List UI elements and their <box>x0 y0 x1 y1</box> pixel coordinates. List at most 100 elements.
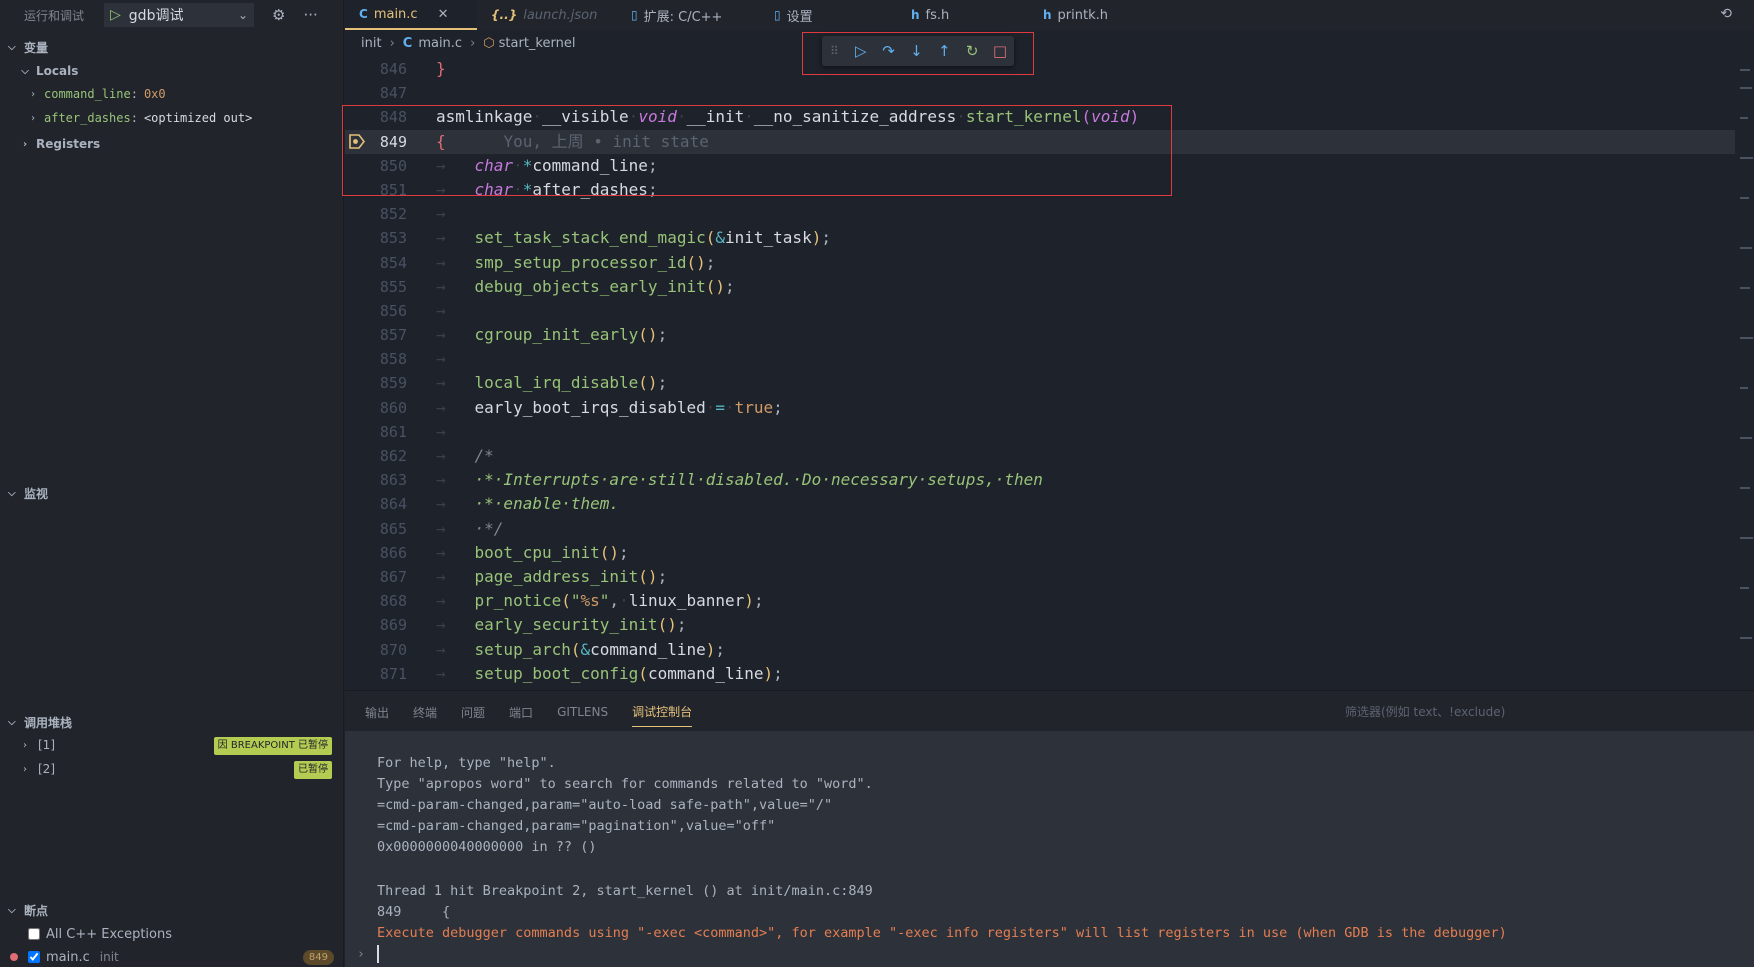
variable-row[interactable]: › after_dashes : <optimized out> <box>0 107 344 129</box>
step-into-icon[interactable]: ↓ <box>903 42 931 60</box>
continue-icon[interactable]: ▷ <box>847 42 875 60</box>
breadcrumb-file[interactable]: main.c <box>418 36 462 51</box>
sidebar-header: 运行和调试 ▷ gdb调试 ⌄ ⚙ ··· <box>0 0 343 30</box>
breakpoint-label: All C++ Exceptions <box>46 926 172 942</box>
tab-problems[interactable]: 问题 <box>461 696 485 727</box>
watch-section-header[interactable]: ⌵ 监视 <box>0 482 344 504</box>
chevron-down-icon: ⌵ <box>21 65 29 77</box>
line-number: 861 <box>379 422 407 441</box>
tab-settings[interactable]: ▯ 设置 <box>760 0 897 30</box>
paused-badge: 已暂停 <box>294 761 332 779</box>
variable-name: after_dashes <box>44 111 131 125</box>
line-number: 866 <box>379 543 407 562</box>
variable-separator: : <box>130 87 138 101</box>
sidebar-title: 运行和调试 <box>24 8 85 23</box>
variable-value: <optimized out> <box>143 111 253 125</box>
line-number: 871 <box>379 664 407 683</box>
debug-console-output[interactable]: For help, type "help". Type "apropos wor… <box>345 731 1754 967</box>
code-line: 857 → cgroup_init_early(); <box>345 323 1735 347</box>
gear-icon[interactable]: ⚙ <box>272 6 285 24</box>
tab-ports[interactable]: 端口 <box>509 696 533 727</box>
variable-row[interactable]: › command_line : 0x0 <box>0 83 344 105</box>
chevron-right-icon: › <box>23 763 27 775</box>
code-line: 866 → boot_cpu_init(); <box>345 541 1735 565</box>
locals-scope[interactable]: ⌵ Locals <box>0 60 344 82</box>
console-line: Thread 1 hit Breakpoint 2, start_kernel … <box>377 883 873 899</box>
breadcrumb-symbol[interactable]: start_kernel <box>499 36 576 51</box>
step-out-icon[interactable]: ↑ <box>930 42 958 60</box>
tab-launch-json[interactable]: {..} launch.json <box>477 0 617 30</box>
tab-debug-console[interactable]: 调试控制台 <box>632 695 693 727</box>
tab-printk-h[interactable]: h printk.h <box>1029 0 1169 30</box>
tab-label: main.c <box>373 6 418 22</box>
line-number: 869 <box>379 616 407 635</box>
line-number: 865 <box>379 519 407 538</box>
breakpoint-item[interactable]: main.c init 849 <box>0 946 344 967</box>
minimap-line <box>1740 487 1750 489</box>
line-number: 846 <box>379 60 407 78</box>
console-line: =cmd-param-changed,param="auto-load safe… <box>377 797 833 813</box>
tab-main-c[interactable]: C main.c ✕ <box>345 0 477 30</box>
debug-sidebar: 运行和调试 ▷ gdb调试 ⌄ ⚙ ··· ⌵ 变量 ⌵ Locals › co… <box>0 0 344 967</box>
chevron-right-icon[interactable]: › <box>26 113 40 124</box>
variables-section-header[interactable]: ⌵ 变量 <box>0 36 344 58</box>
tab-gitlens[interactable]: GITLENS <box>557 697 608 725</box>
breakpoints-section-header[interactable]: ⌵ 断点 <box>0 899 344 921</box>
tab-output[interactable]: 输出 <box>365 696 389 727</box>
tab-terminal[interactable]: 终端 <box>413 696 437 727</box>
breakpoint-checkbox[interactable] <box>28 928 40 940</box>
chevron-right-icon: › <box>22 138 28 150</box>
thread-label: [1] <box>38 738 55 752</box>
minimap-line <box>1740 637 1752 639</box>
console-filter-input[interactable]: 筛选器(例如 text、!exclude) <box>1339 701 1719 723</box>
code-line: 854 → smp_setup_processor_id(); <box>345 251 1735 275</box>
chevron-down-icon[interactable]: ⌄ <box>238 8 248 22</box>
open-changes-icon[interactable]: ⟲ <box>1720 6 1732 22</box>
console-line: =cmd-param-changed,param="pagination",va… <box>377 818 776 834</box>
registers-scope[interactable]: › Registers <box>0 133 344 155</box>
callstack-thread[interactable]: › [2] 已暂停 <box>0 758 344 780</box>
breakpoint-line-badge: 849 <box>302 950 334 965</box>
minimap-line <box>1740 197 1749 199</box>
line-number: 854 <box>379 253 407 272</box>
console-line: For help, type "help". <box>377 755 556 771</box>
launch-config-select[interactable]: ▷ gdb调试 ⌄ <box>104 3 255 27</box>
console-input-caret[interactable] <box>377 945 379 963</box>
breakpoint-label: main.c <box>46 949 90 965</box>
start-debug-icon[interactable]: ▷ <box>110 7 121 23</box>
minimap[interactable] <box>1740 57 1754 689</box>
code-line: 870 → setup_arch(&command_line); <box>345 638 1735 662</box>
debug-toolbar: ⠿ ▷ ↷ ↓ ↑ ↻ □ <box>822 36 1014 66</box>
more-actions-icon[interactable]: ··· <box>303 6 317 24</box>
code-line: 868 → pr_notice("%s",·linux_banner); <box>345 589 1735 613</box>
code-line: 853 → set_task_stack_end_magic(&init_task… <box>345 226 1735 250</box>
breakpoint-checkbox[interactable] <box>28 951 40 963</box>
breadcrumb: init › C main.c › ⬡ start_kernel <box>345 32 575 54</box>
header-file-icon: h <box>911 8 920 22</box>
chevron-down-icon: ⌵ <box>8 716 16 728</box>
thread-label: [2] <box>38 762 55 776</box>
tab-cpp-extension[interactable]: ▯ 扩展: C/C++ <box>617 0 760 30</box>
minimap-line <box>1740 337 1753 339</box>
close-icon[interactable]: ✕ <box>438 7 449 22</box>
callstack-thread[interactable]: › [1] 因 BREAKPOINT 已暂停 <box>0 734 344 756</box>
restart-icon[interactable]: ↻ <box>958 42 986 60</box>
editor-tab-bar: C main.c ✕ {..} launch.json ▯ 扩展: C/C++ … <box>345 0 1754 30</box>
code-line: 871 → setup_boot_config(command_line); <box>345 662 1735 686</box>
stop-icon[interactable]: □ <box>986 42 1014 60</box>
line-number: 863 <box>379 471 407 490</box>
tab-label: printk.h <box>1057 7 1108 23</box>
code-line: 869 → early_security_init(); <box>345 613 1735 637</box>
bottom-panel: 输出 终端 问题 端口 GITLENS 调试控制台 筛选器(例如 text、!e… <box>345 690 1754 967</box>
minimap-line <box>1740 387 1748 389</box>
code-line: 867 → page_address_init(); <box>345 565 1735 589</box>
callstack-section-header[interactable]: ⌵ 调用堆栈 <box>0 711 344 733</box>
breadcrumb-folder[interactable]: init <box>361 36 382 51</box>
breakpoint-item[interactable]: All C++ Exceptions <box>0 923 344 945</box>
step-over-icon[interactable]: ↷ <box>875 42 903 60</box>
chevron-right-icon[interactable]: › <box>26 89 40 100</box>
tab-fs-h[interactable]: h fs.h <box>897 0 1029 30</box>
code-line: 865 → ·*/ <box>345 517 1735 541</box>
chevron-down-icon: ⌵ <box>8 487 16 499</box>
drag-handle-icon[interactable]: ⠿ <box>830 44 839 58</box>
